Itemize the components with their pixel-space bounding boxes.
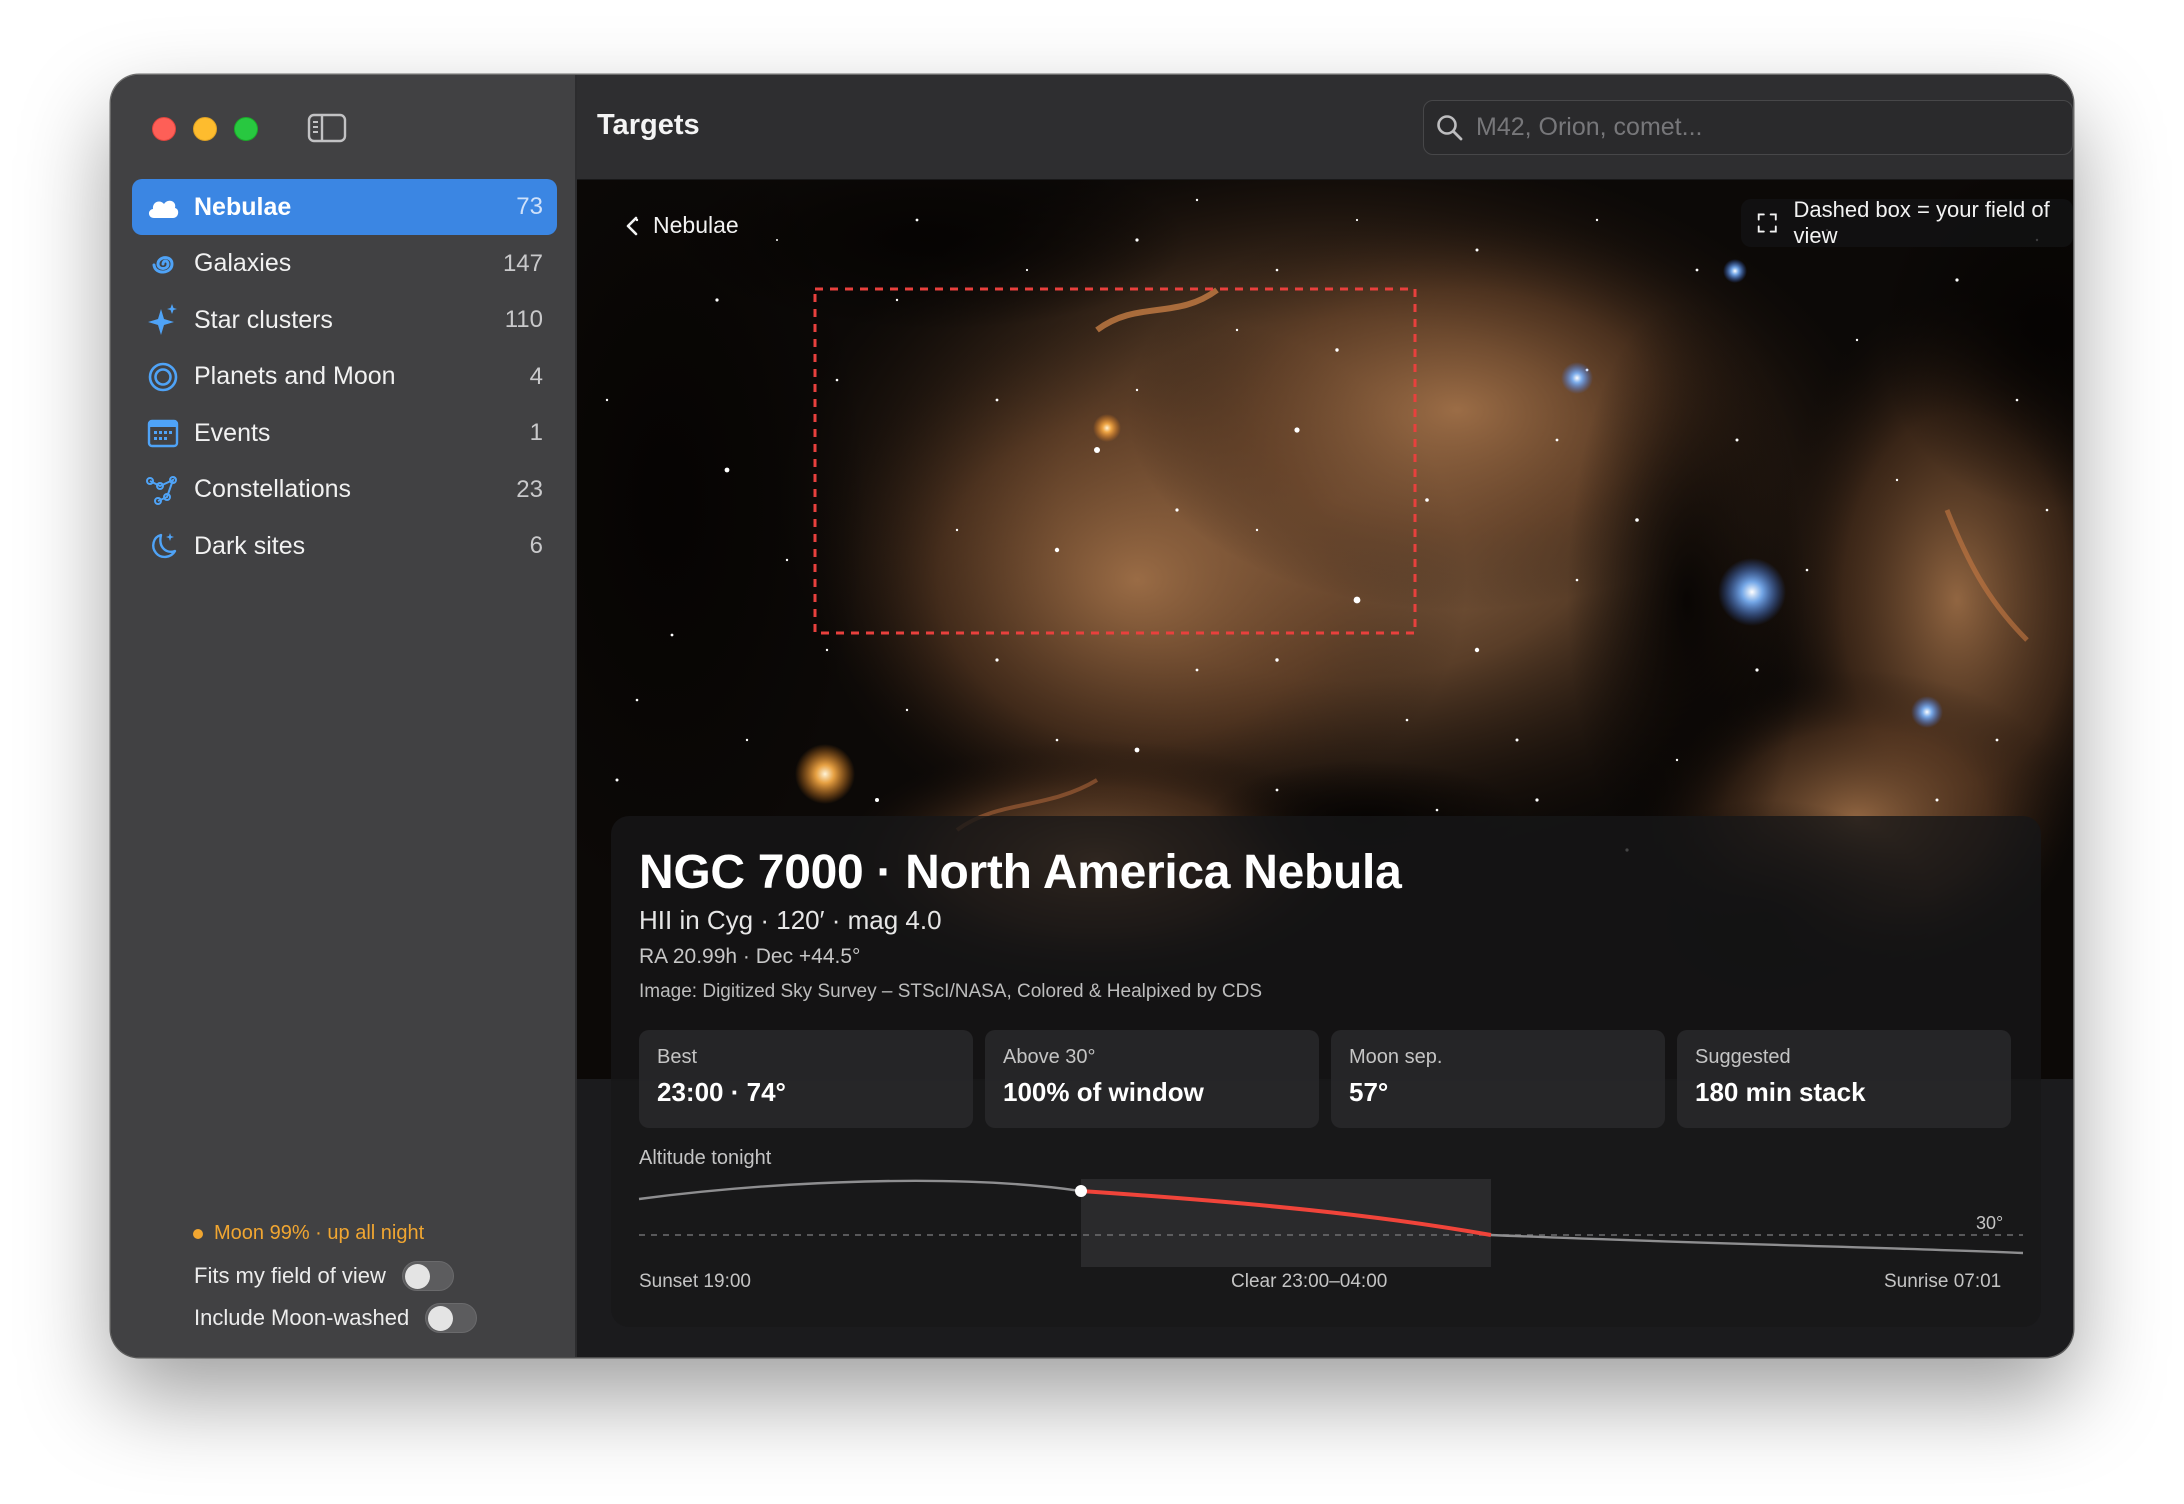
sunset-label: Sunset 19:00	[639, 1271, 751, 1292]
include-moon-washed-toggle[interactable]	[425, 1303, 478, 1333]
stat-value: 57°	[1349, 1077, 1389, 1107]
image-credit: Image: Digitized Sky Survey – STScI/NASA…	[639, 981, 1263, 1002]
altitude-title: Altitude tonight	[639, 1147, 772, 1169]
stat-label: Moon sep.	[1349, 1046, 1443, 1068]
stat-label: Best	[657, 1046, 698, 1068]
stat-value: 100% of window	[1003, 1077, 1204, 1107]
zoom-button[interactable]	[234, 117, 258, 141]
sidebar-item-count: 73	[516, 193, 543, 220]
chevron-left-icon	[626, 216, 638, 235]
sidebar-item-label: Planets and Moon	[194, 362, 396, 390]
sidebar-item-label: Star clusters	[194, 305, 333, 334]
toggle-knob	[404, 1264, 430, 1289]
sidebar-item-count: 4	[529, 362, 543, 390]
category-list: Nebulae 73 Galaxies 147 Star clusters 11…	[132, 179, 557, 575]
search-field[interactable]	[1423, 100, 2073, 155]
toggle-knob	[428, 1306, 454, 1331]
app-window: Nebulae 73 Galaxies 147 Star clusters 11…	[111, 75, 2073, 1357]
moon-stars-icon	[146, 529, 180, 563]
sparkles-icon	[146, 303, 180, 337]
sidebar-item-count: 23	[516, 475, 543, 503]
fov-legend-text: Dashed box = your field of view	[1793, 197, 2050, 248]
sidebar-item-label: Dark sites	[194, 531, 306, 560]
sidebar-item-count: 110	[504, 306, 543, 333]
moon-status: Moon 99% · up all night	[193, 1222, 424, 1245]
sidebar-item-count: 6	[529, 532, 543, 559]
search-icon	[1437, 114, 1463, 140]
sidebar-item-label: Galaxies	[194, 249, 292, 277]
sidebar-item-label: Nebulae	[194, 192, 292, 221]
planet-ring-icon	[146, 360, 180, 394]
minimize-button[interactable]	[193, 117, 217, 141]
filter-include-moon-washed: Include Moon-washed	[194, 1303, 478, 1333]
filter-label: Fits my field of view	[194, 1263, 386, 1288]
sidebar-item-galaxies[interactable]: Galaxies 147	[132, 236, 557, 292]
stats-row: Best 23:00 · 74° Above 30° 100% of windo…	[639, 1030, 2011, 1128]
moon-status-text: Moon 99% · up all night	[214, 1222, 425, 1244]
back-button[interactable]: Nebulae	[625, 212, 739, 239]
sidebar-item-label: Constellations	[194, 475, 352, 503]
clear-window-label: Clear 23:00–04:00	[1231, 1271, 1388, 1292]
search-input[interactable]	[1476, 113, 2036, 142]
sidebar-item-nebulae[interactable]: Nebulae 73	[132, 179, 557, 235]
constellation-icon	[146, 473, 180, 507]
stat-label: Above 30°	[1003, 1046, 1096, 1068]
toolbar: Targets	[577, 75, 2073, 180]
stat-value: 23:00 · 74°	[657, 1077, 786, 1107]
moon-status-dot	[193, 1228, 203, 1239]
threshold-label: 30°	[1976, 1213, 2004, 1233]
stat-best: Best 23:00 · 74°	[639, 1030, 973, 1128]
stat-suggested: Suggested 180 min stack	[1677, 1030, 2011, 1128]
sidebar-item-events[interactable]: Events 1	[132, 405, 557, 461]
spiral-galaxy-icon	[146, 247, 180, 281]
stat-value: 180 min stack	[1695, 1077, 1866, 1107]
sidebar-item-count: 1	[529, 419, 543, 446]
cloud-icon	[146, 190, 180, 224]
sidebar-item-label: Events	[194, 418, 271, 447]
sidebar-item-constellations[interactable]: Constellations 23	[132, 462, 557, 518]
stat-moon-separation: Moon sep. 57°	[1331, 1030, 1665, 1128]
sidebar-item-planets-and-moon[interactable]: Planets and Moon 4	[132, 349, 557, 405]
sidebar-item-count: 147	[502, 249, 543, 277]
sunrise-label: Sunrise 07:01	[1884, 1271, 2002, 1292]
close-button[interactable]	[152, 117, 176, 141]
fits-field-of-view-toggle[interactable]	[401, 1261, 454, 1291]
page-title: Targets	[597, 109, 700, 141]
target-subtitle: HII in Cyg · 120′ · mag 4.0	[639, 905, 942, 935]
target-coordinates: RA 20.99h · Dec +44.5°	[639, 945, 861, 968]
stat-above-30: Above 30° 100% of window	[985, 1030, 1319, 1128]
calendar-icon	[146, 416, 180, 450]
main-pane: Targets M42, Orion, comet... Nebulae Das…	[577, 75, 2073, 1357]
back-button-label: Nebulae	[653, 212, 739, 238]
fov-frame-icon	[1757, 213, 1777, 233]
target-title: NGC 7000 · North America Nebula	[639, 846, 1402, 899]
stat-label: Suggested	[1695, 1046, 1791, 1068]
window-controls	[152, 117, 258, 141]
sidebar-item-star-clusters[interactable]: Star clusters 110	[132, 292, 557, 348]
filter-label: Include Moon-washed	[194, 1305, 410, 1330]
sidebar-item-dark-sites[interactable]: Dark sites 6	[132, 518, 557, 574]
filter-fits-field-of-view: Fits my field of view	[194, 1261, 454, 1291]
sidebar: Nebulae 73 Galaxies 147 Star clusters 11…	[111, 75, 577, 1357]
fov-legend: Dashed box = your field of view	[1741, 197, 2073, 248]
sidebar-icon[interactable]	[307, 112, 347, 144]
